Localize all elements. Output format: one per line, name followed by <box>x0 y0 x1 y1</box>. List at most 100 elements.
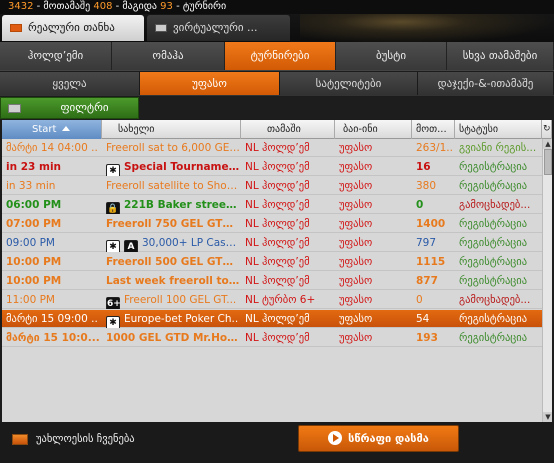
refresh-icon[interactable]: ↻ <box>542 120 552 139</box>
header-players[interactable]: მოთ... <box>412 120 455 139</box>
row-name: 🔒 221B Baker street ... <box>102 196 241 214</box>
row-players: 1115 <box>416 256 446 268</box>
subtab-all[interactable]: ყველა <box>0 72 140 95</box>
row-buyin: უფასო <box>339 294 373 306</box>
tab-real-money[interactable]: რეალური თანხა <box>2 15 144 41</box>
nav-holdem[interactable]: ჰოლდ’ემი <box>0 42 112 70</box>
row-start: in 23 min <box>6 161 62 173</box>
row-game: NL ჰოლდ’ემ <box>245 313 310 325</box>
header-start[interactable]: Start <box>2 120 102 139</box>
filter-button[interactable]: ფილტრი <box>0 97 139 119</box>
nav-boost[interactable]: ბუსტი <box>336 42 447 70</box>
row-start: in 33 min <box>6 180 56 192</box>
row-name: Freeroll satellite to Shooto.. <box>106 180 241 192</box>
table-row[interactable]: მარტი 15 10:0... 1000 GEL GTD Mr.Hol... … <box>2 329 542 347</box>
six-plus-icon: 6+ <box>106 297 121 309</box>
row-buyin: უფასო <box>339 313 373 325</box>
row-players: 16 <box>416 161 431 173</box>
row-start: მარტი 14 04:00 .. <box>6 142 98 154</box>
row-status: რეგისტრაცია <box>459 332 528 344</box>
row-start: 06:00 PM <box>6 199 62 211</box>
nav-omaha[interactable]: ომაჰა <box>112 42 225 70</box>
row-players: 193 <box>416 332 438 344</box>
row-players: 797 <box>416 237 437 249</box>
table-row[interactable]: 10:00 PM Freeroll 500 GEL GTD ... NL ჰოლ… <box>2 253 542 271</box>
table-row[interactable]: in 33 min Freeroll satellite to Shooto..… <box>2 177 542 195</box>
row-status: რეგისტრაცია <box>459 237 528 249</box>
tournament-filter-nav: ყველა უფასო სატელიტები დაჯექი-&-ითამაშე <box>0 72 554 96</box>
scroll-up-icon[interactable]: ▲ <box>543 139 552 149</box>
row-buyin: უფასო <box>339 275 373 287</box>
table-row[interactable]: in 23 min Special Tournament NL ჰოლდ’ემ … <box>2 158 542 176</box>
table-row[interactable]: 07:00 PM Freeroll 750 GEL GTD ... NL ჰოლ… <box>2 215 542 233</box>
row-status: რეგისტრაცია <box>459 313 528 325</box>
row-name-text: 221B Baker street ... <box>124 199 241 211</box>
special-icon <box>106 316 120 328</box>
row-game: NL ჰოლდ’ემ <box>245 275 310 287</box>
nav-other-games[interactable]: სხვა თამაშები <box>447 42 554 70</box>
password-icon: A <box>124 240 138 252</box>
row-status: რეგისტრაცია <box>459 161 528 173</box>
table-row[interactable]: მარტი 14 04:00 .. Freeroll sat to 6,000 … <box>2 139 542 157</box>
tables-label: - მაგიდა <box>115 1 157 12</box>
row-start: 07:00 PM <box>6 218 62 230</box>
row-name-text: 30,000+ LP Cash... <box>142 237 241 249</box>
stats-bar: 3432 - მოთამაშე 408 - მაგიდა 93 - ტურნირ… <box>0 0 554 14</box>
vertical-scrollbar[interactable]: ▲ ▼ <box>542 139 552 422</box>
table-row[interactable]: 11:00 PM 6+ Freeroll 100 GEL GT... NL ტურ… <box>2 291 542 309</box>
quick-seat-button[interactable]: სწრაფი დასმა <box>298 425 459 452</box>
row-status: რეგისტრაცია <box>459 256 528 268</box>
play-icon <box>328 431 343 445</box>
row-players: 1400 <box>416 218 446 230</box>
row-buyin: უფასო <box>339 332 373 344</box>
row-start: 11:00 PM <box>6 294 55 306</box>
row-players: 263/1.. <box>416 142 453 154</box>
real-money-icon <box>10 24 22 32</box>
table-row[interactable]: 09:00 PM A30,000+ LP Cash... NL ჰოლდ’ემ … <box>2 234 542 252</box>
table-row-selected[interactable]: მარტი 15 09:00 .. Europe-bet Poker Ch.. … <box>2 310 542 328</box>
row-name: Freeroll sat to 6,000 GEL.. <box>106 142 241 154</box>
nav-tournaments[interactable]: ტურნირები <box>225 42 336 70</box>
row-buyin: უფასო <box>339 142 373 154</box>
players-count: 3432 <box>8 1 34 12</box>
row-name: Freeroll 750 GEL GTD ... <box>106 218 241 230</box>
tab-virtual-label: ვირტუალური ... <box>173 21 258 34</box>
table-row[interactable]: 10:00 PM Last week freeroll to eur.. NL … <box>2 272 542 290</box>
row-status: გამოცხადებ... <box>459 294 531 306</box>
row-players: 0 <box>416 294 423 306</box>
subtab-satellites[interactable]: სატელიტები <box>280 72 418 95</box>
row-status: რეგისტრაცია <box>459 275 528 287</box>
tab-real-money-label: რეალური თანხა <box>28 21 115 34</box>
show-nearest-label[interactable]: უახლოესის ჩვენება <box>36 430 135 448</box>
header-status[interactable]: სტატუსი <box>455 120 542 139</box>
row-name-text: Freeroll 100 GEL GT... <box>124 294 237 306</box>
sort-ascending-icon <box>62 126 71 131</box>
header-start-label: Start <box>32 124 57 135</box>
header-name[interactable]: სახელი <box>102 120 241 139</box>
scroll-down-icon[interactable]: ▼ <box>543 412 552 422</box>
row-name: Special Tournament <box>102 158 241 176</box>
row-game: NL ჰოლდ’ემ <box>245 180 310 192</box>
header-game[interactable]: თამაში <box>241 120 335 139</box>
filter-label: ფილტრი <box>60 101 109 114</box>
nearest-legend-icon[interactable] <box>12 434 28 445</box>
row-status: რეგისტრაცია <box>459 180 528 192</box>
tab-virtual[interactable]: ვირტუალური ... <box>147 15 290 41</box>
row-players: 877 <box>416 275 438 287</box>
special-icon <box>106 164 120 176</box>
row-game: NL ჰოლდ’ემ <box>245 199 310 211</box>
row-players: 0 <box>416 199 424 211</box>
tournaments-count: 93 <box>160 1 173 12</box>
quick-seat-label: სწრაფი დასმა <box>348 432 429 445</box>
row-start: მარტი 15 10:0... <box>6 332 100 344</box>
scroll-thumb[interactable] <box>544 149 552 175</box>
row-buyin: უფასო <box>339 161 373 173</box>
row-name: A 30,000+ LP Cash... <box>102 234 241 252</box>
table-row[interactable]: 06:00 PM 🔒 221B Baker street ... NL ჰოლდ’… <box>2 196 542 214</box>
row-game: NL ჰოლდ’ემ <box>245 142 310 154</box>
row-game: NL ჰოლდ’ემ <box>245 332 310 344</box>
subtab-free[interactable]: უფასო <box>140 72 280 95</box>
subtab-sit-and-go[interactable]: დაჯექი-&-ითამაშე <box>418 72 554 95</box>
row-players: 54 <box>416 313 430 325</box>
header-buyin[interactable]: ბაი-ინი <box>335 120 412 139</box>
